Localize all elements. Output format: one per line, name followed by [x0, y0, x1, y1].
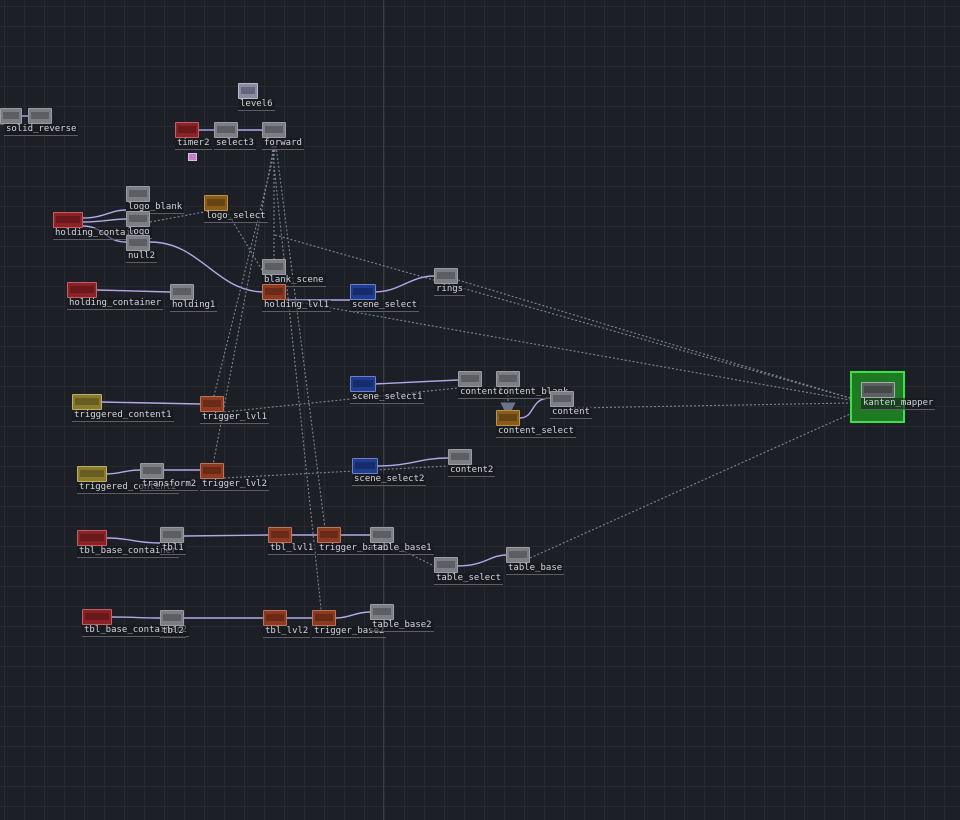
node-label: tbl_lvl1 [268, 543, 316, 555]
wire-sceneselect1-content1 [373, 379, 459, 385]
node-operator-icon [160, 527, 184, 543]
node-operator-icon [262, 259, 286, 275]
wire-holding-logoblank [81, 209, 127, 219]
node-label: holding_container [67, 298, 164, 310]
node-label: logo_select [204, 211, 268, 223]
wire-contentselect-content [519, 397, 551, 419]
node-label: select3 [214, 138, 256, 150]
node-operator-icon [140, 463, 164, 479]
node-flag-icon [188, 153, 197, 161]
node-operator-icon [200, 396, 224, 412]
node-operator-icon [352, 458, 378, 474]
node-label: solid_reverse [4, 124, 79, 136]
node-operator-icon [77, 530, 107, 546]
node-label: transform2 [140, 479, 199, 491]
node-operator-icon [28, 108, 52, 124]
node-operator-icon [506, 547, 530, 563]
node-label: tbl2 [160, 626, 186, 638]
node-label: table_base1 [370, 543, 434, 555]
node-operator-icon [175, 122, 199, 138]
node-label: table_base [506, 563, 565, 575]
node-label: forward [262, 138, 304, 150]
ref-content-kanten [573, 402, 851, 409]
node-label: timer2 [175, 138, 212, 150]
wire-triggered2-transform2 [106, 469, 141, 475]
node-operator-icon [72, 394, 102, 410]
node-operator-icon [448, 449, 472, 465]
node-label: table_base2 [370, 620, 434, 632]
node-label: triggered_content1 [72, 410, 174, 422]
node-operator-icon [214, 122, 238, 138]
node-operator-icon [0, 108, 22, 124]
node-operator-icon [434, 268, 458, 284]
wire-tblbase2-tbl2 [111, 616, 161, 619]
node-operator-icon [53, 212, 83, 228]
node-operator-icon [126, 211, 150, 227]
wire-tblbase-tbl1 [106, 537, 161, 544]
wire-triggered1-triggerlvl1 [101, 401, 201, 405]
node-operator-icon [370, 527, 394, 543]
node-label: trigger_lvl1 [200, 412, 270, 424]
node-operator-icon [262, 122, 286, 138]
wire-triggerbase2-tablebase2 [335, 611, 371, 619]
ref-tablebase-kanten [529, 413, 851, 559]
node-label: trigger_lvl2 [200, 479, 270, 491]
wire-tbl1-tbllvl1 [183, 534, 269, 537]
ref-holding-kanten [274, 234, 851, 399]
node-operator-icon [496, 410, 520, 426]
node-operator-icon [126, 235, 150, 251]
node-label: holding_lvl1 [262, 300, 332, 312]
node-label: null2 [126, 251, 158, 263]
node-operator-icon [350, 284, 376, 300]
node-label: level6 [238, 99, 275, 111]
wire-sceneselect-rings [373, 275, 435, 293]
node-operator-icon [861, 382, 895, 398]
node-label: content [550, 407, 592, 419]
node-label: holding1 [170, 300, 218, 312]
node-operator-icon [434, 557, 458, 573]
node-operator-icon [317, 527, 341, 543]
node-operator-icon [77, 466, 107, 482]
node-operator-icon [238, 83, 258, 99]
node-operator-icon [370, 604, 394, 620]
node-operator-icon [496, 371, 520, 387]
wire-holdingcontainer-holding1 [96, 289, 171, 293]
wire-null-holdinglvl1 [149, 241, 263, 293]
node-label: content_select [496, 426, 576, 438]
wire-tableselect-tablebase [456, 554, 507, 567]
node-label: content2 [448, 465, 496, 477]
node-operator-icon [263, 610, 287, 626]
node-operator-icon [262, 284, 286, 300]
node-operator-icon [350, 376, 376, 392]
node-operator-icon [312, 610, 336, 626]
wire-holding-logo [81, 218, 127, 223]
ref-forward-triggerbase1 [275, 145, 327, 537]
node-label: tbl_lvl2 [263, 626, 311, 638]
node-operator-icon [170, 284, 194, 300]
node-operator-icon [82, 609, 112, 625]
node-label: scene_select2 [352, 474, 427, 486]
node-label: tbl1 [160, 543, 186, 555]
node-operator-icon [268, 527, 292, 543]
node-operator-icon [550, 391, 574, 407]
node-label: scene_select1 [350, 392, 425, 404]
node-operator-icon [67, 282, 97, 298]
node-operator-icon [126, 186, 150, 202]
node-operator-icon [160, 610, 184, 626]
node-operator-icon [204, 195, 228, 211]
node-label: rings [434, 284, 466, 296]
node-operator-icon [200, 463, 224, 479]
node-label: table_select [434, 573, 504, 585]
node-label: kanten_mapper [861, 398, 936, 410]
node-label: scene_select [350, 300, 420, 312]
node-operator-icon [458, 371, 482, 387]
network-editor-canvas[interactable]: solid_reverse level6 timer2 select3 forw… [0, 0, 960, 820]
wire-sceneselect2-content2 [377, 457, 449, 467]
